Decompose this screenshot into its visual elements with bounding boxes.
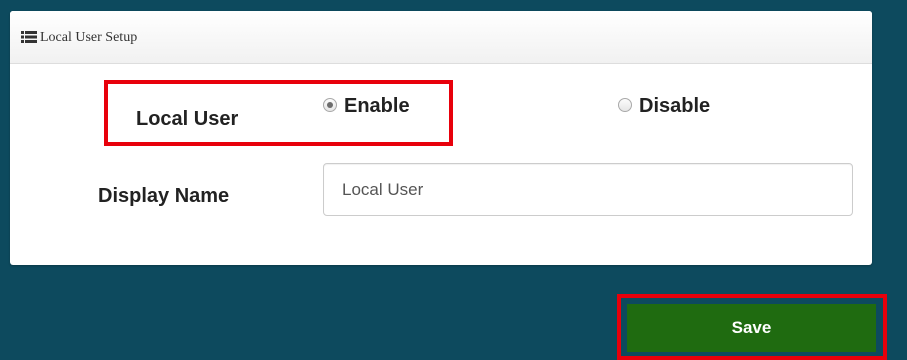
list-icon <box>21 31 37 43</box>
display-name-label: Display Name <box>98 185 230 207</box>
disable-radio-label[interactable]: Disable <box>639 94 710 118</box>
panel-title: Local User Setup <box>40 30 138 45</box>
local-user-highlight-box <box>104 80 453 146</box>
disable-radio[interactable] <box>618 98 632 112</box>
display-name-input[interactable] <box>323 163 853 216</box>
save-highlight-box <box>617 294 887 360</box>
panel-header: Local User Setup <box>10 11 872 64</box>
